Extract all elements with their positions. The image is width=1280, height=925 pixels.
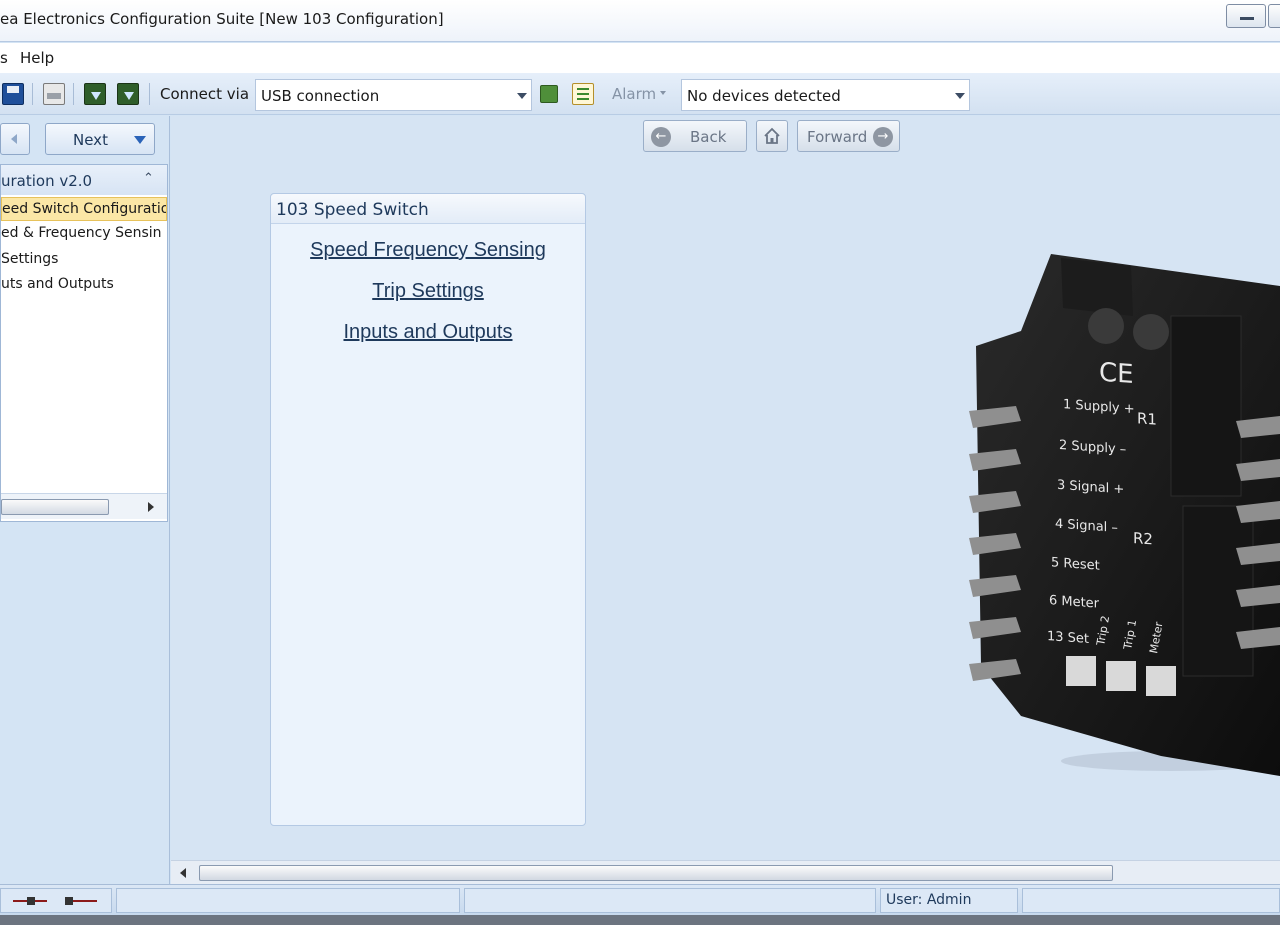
user-status: User: Admin [886, 892, 972, 908]
back-button[interactable]: ← Back [643, 120, 747, 152]
tree-item-trip-settings[interactable]: Settings [1, 248, 167, 272]
maximize-button[interactable] [1268, 4, 1280, 28]
tree-header[interactable]: uration v2.0 ⌃ [1, 165, 167, 195]
home-icon [764, 127, 780, 144]
ce-mark: CE [1099, 358, 1134, 390]
configuration-tree: uration v2.0 ⌃ eed Switch Configuratio e… [0, 164, 168, 522]
chevron-down-icon [517, 93, 527, 99]
minimize-icon [1240, 17, 1254, 20]
link-trip-settings[interactable]: Trip Settings [271, 280, 585, 303]
panel-title: 103 Speed Switch [271, 194, 585, 224]
svg-text:R2: R2 [1133, 529, 1153, 548]
svg-text:13 Set: 13 Set [1047, 629, 1089, 647]
plug-disconnected-icon [65, 897, 97, 905]
minimize-button[interactable] [1226, 4, 1266, 28]
refresh-icon[interactable] [540, 85, 558, 103]
alarm-dropdown-icon [660, 91, 666, 95]
home-button[interactable] [756, 120, 788, 152]
plug-connected-icon [13, 897, 47, 905]
download-to-device-icon[interactable] [84, 83, 106, 105]
save-icon[interactable] [2, 83, 24, 105]
status-cell-2 [464, 888, 876, 913]
link-speed-frequency-sensing[interactable]: Speed Frequency Sensing [271, 239, 585, 262]
user-status-cell: User: Admin [880, 888, 1018, 913]
chevron-down-icon [955, 93, 965, 99]
forward-arrow-icon: → [873, 127, 893, 147]
next-button[interactable]: Next [45, 123, 155, 155]
main-content: ← Back Forward → 103 Speed Switch Speed … [171, 116, 1280, 884]
toolbar: Connect via USB connection Alarm No devi… [0, 73, 1280, 115]
print-icon[interactable] [43, 83, 65, 105]
status-cell-3 [1022, 888, 1280, 913]
upload-from-device-icon[interactable] [117, 83, 139, 105]
tree-item-speed-frequency-sensing[interactable]: ed & Frequency Sensin [1, 222, 167, 246]
connection-select[interactable]: USB connection [255, 79, 532, 111]
arrow-down-icon [134, 136, 146, 144]
scroll-right-icon[interactable] [148, 502, 154, 512]
taskbar-strip [0, 915, 1280, 925]
scrollbar-thumb[interactable] [199, 865, 1113, 881]
tree-horizontal-scrollbar[interactable] [1, 493, 167, 519]
main-horizontal-scrollbar[interactable] [171, 860, 1280, 884]
collapse-icon[interactable]: ⌃ [143, 171, 154, 186]
left-pane: Next uration v2.0 ⌃ eed Switch Configura… [0, 116, 170, 884]
back-arrow-icon: ← [651, 127, 671, 147]
alarm-button[interactable]: Alarm [612, 85, 656, 103]
tree-item-inputs-and-outputs[interactable]: uts and Outputs [1, 273, 167, 297]
window-title: ea Electronics Configuration Suite [New … [0, 10, 444, 28]
menu-bar: s Help [0, 43, 1280, 73]
tree-item-speed-switch-configuration[interactable]: eed Switch Configuratio [1, 197, 167, 221]
svg-text:R1: R1 [1137, 409, 1157, 428]
link-inputs-and-outputs[interactable]: Inputs and Outputs [271, 321, 585, 344]
connect-via-label: Connect via [160, 85, 250, 103]
scroll-left-icon[interactable] [180, 868, 186, 878]
scrollbar-thumb[interactable] [1, 499, 109, 515]
device-info-icon[interactable] [572, 83, 594, 105]
menu-item-tools[interactable]: s [0, 49, 8, 67]
speed-switch-panel: 103 Speed Switch Speed Frequency Sensing… [270, 193, 586, 826]
device-image: CE 1 Supply + 2 Supply – 3 Signal + 4 Si… [969, 254, 1280, 776]
menu-item-help[interactable]: Help [20, 49, 54, 67]
previous-button[interactable] [0, 123, 30, 155]
device-select[interactable]: No devices detected [681, 79, 970, 111]
arrow-left-icon [11, 134, 17, 144]
status-cell-1 [116, 888, 460, 913]
status-bar: User: Admin [0, 884, 1280, 915]
forward-button[interactable]: Forward → [797, 120, 900, 152]
connection-status-cell [0, 888, 112, 913]
title-bar: ea Electronics Configuration Suite [New … [0, 0, 1280, 42]
